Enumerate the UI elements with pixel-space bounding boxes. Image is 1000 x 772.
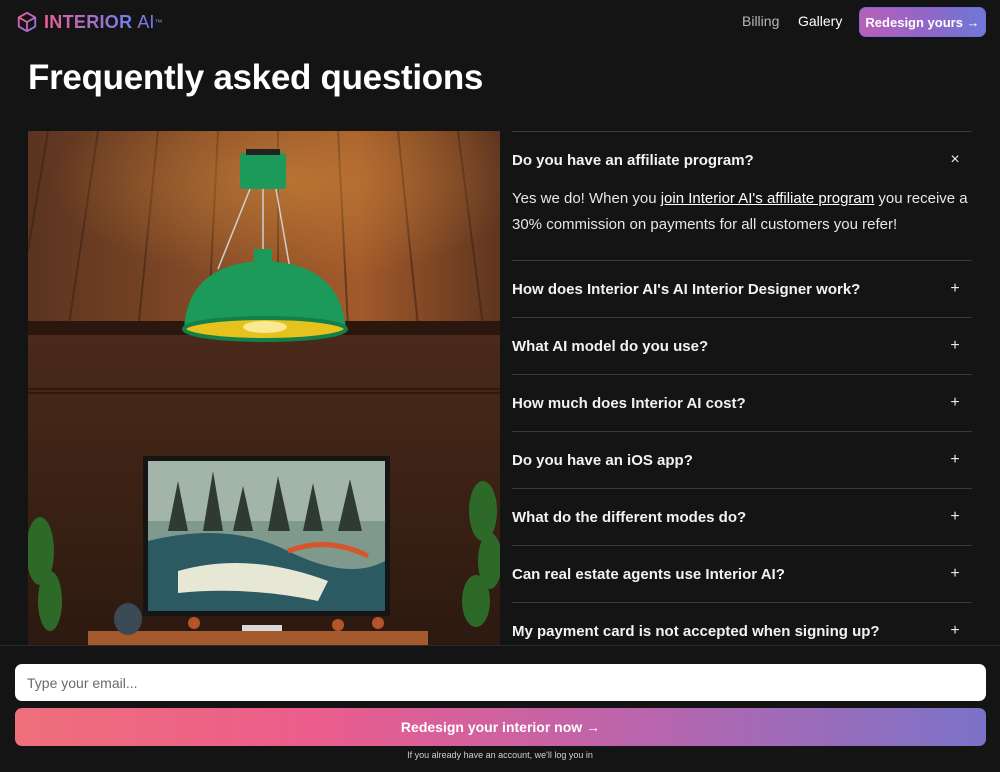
plus-icon[interactable]: + (948, 564, 962, 584)
redesign-interior-button[interactable]: Redesign your interior now → (15, 708, 986, 746)
plus-icon[interactable]: + (948, 450, 962, 470)
nav-gallery-link[interactable]: Gallery (798, 13, 842, 29)
nav-billing-link[interactable]: Billing (742, 13, 779, 29)
faq-item[interactable]: How much does Interior AI cost? + (512, 374, 972, 431)
logo[interactable]: INTERIOR AI ™ (16, 10, 162, 34)
affiliate-program-link[interactable]: join Interior AI's affiliate program (661, 190, 875, 207)
faq-question[interactable]: Do you have an affiliate program? (512, 132, 972, 188)
login-note: If you already have an account, we'll lo… (407, 750, 593, 760)
faq-item[interactable]: Do you have an iOS app? + (512, 431, 972, 488)
logo-trademark: ™ (154, 17, 163, 27)
room-illustration (28, 131, 500, 645)
faq-answer: Yes we do! When you join Interior AI's a… (512, 186, 972, 260)
plus-icon[interactable]: + (948, 507, 962, 527)
faq-item[interactable]: Can real estate agents use Interior AI? … (512, 545, 972, 602)
cube-logo-icon (17, 11, 37, 33)
faq-item-open: Do you have an affiliate program? × Yes … (512, 131, 972, 260)
faq-item[interactable]: What do the different modes do? + (512, 488, 972, 545)
plus-icon[interactable]: + (948, 621, 962, 641)
faq-question[interactable]: Do you have an iOS app? (512, 432, 972, 488)
faq-question[interactable]: Can real estate agents use Interior AI? (512, 546, 972, 602)
close-icon[interactable]: × (948, 150, 962, 170)
page-title: Frequently asked questions (28, 58, 484, 97)
faq-item[interactable]: What AI model do you use? + (512, 317, 972, 374)
faq-question[interactable]: What do the different modes do? (512, 489, 972, 545)
signup-bar: Redesign your interior now → If you alre… (0, 645, 1000, 772)
logo-ai-text: AI (137, 11, 155, 32)
plus-icon[interactable]: + (948, 336, 962, 356)
faq-question[interactable]: What AI model do you use? (512, 318, 972, 374)
plus-icon[interactable]: + (948, 279, 962, 299)
room-example-image (28, 131, 500, 645)
plus-icon[interactable]: + (948, 393, 962, 413)
email-input[interactable] (15, 664, 986, 701)
faq-answer-text: Yes we do! When you (512, 190, 661, 207)
faq-list: Do you have an affiliate program? × Yes … (512, 131, 972, 659)
top-navigation: INTERIOR AI ™ Billing Gallery Redesign y… (0, 0, 1000, 44)
faq-question[interactable]: How does Interior AI's AI Interior Desig… (512, 261, 972, 317)
faq-question[interactable]: How much does Interior AI cost? (512, 375, 972, 431)
faq-item[interactable]: How does Interior AI's AI Interior Desig… (512, 260, 972, 317)
redesign-yours-button[interactable]: Redesign yours → (859, 7, 986, 37)
logo-wordmark: INTERIOR (44, 11, 133, 32)
